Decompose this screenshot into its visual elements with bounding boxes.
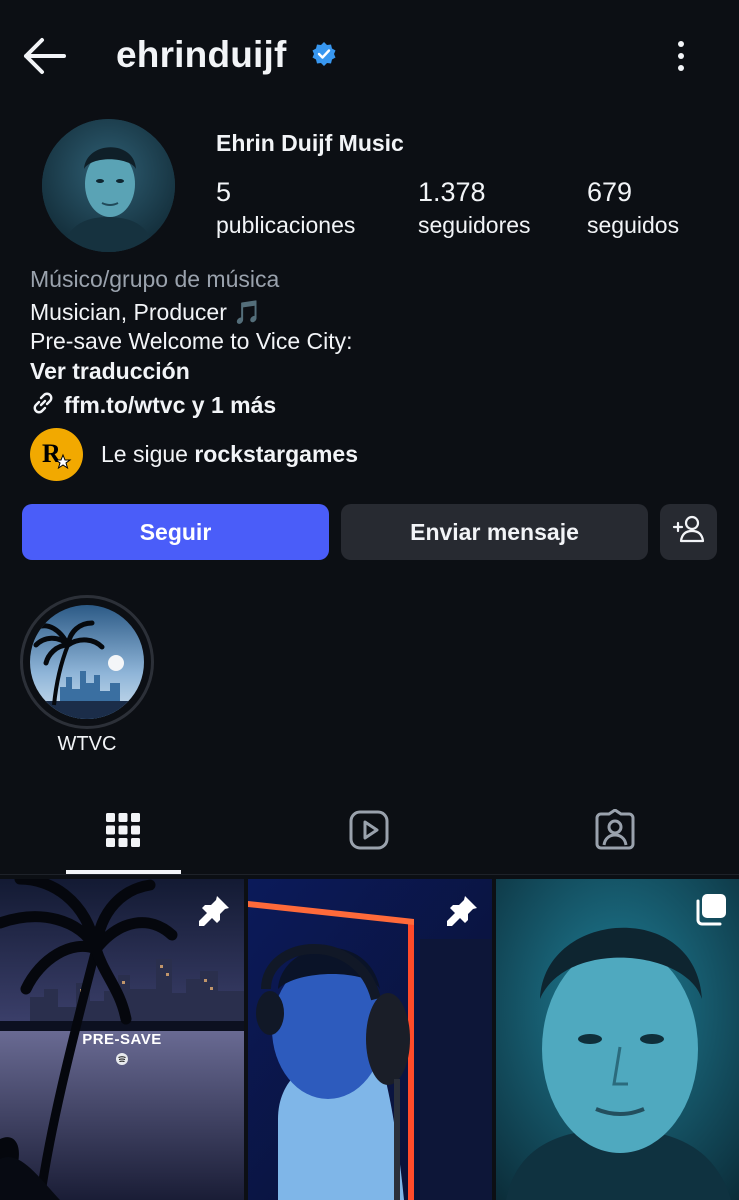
profile-avatar[interactable]: [42, 119, 175, 252]
followed-by-username: rockstargames: [194, 440, 359, 467]
stat-following-count: 679: [587, 177, 633, 207]
bio-line: Pre-save Welcome to Vice City:: [30, 328, 353, 354]
highlight-label: WTVC: [57, 733, 117, 755]
highlight-cover: [30, 605, 144, 719]
grid-icon: [105, 812, 141, 853]
bio-line: Musician, Producer 🎵: [30, 299, 262, 325]
tab-reels[interactable]: [246, 790, 492, 874]
header-username: ehrinduijf: [116, 34, 287, 75]
reels-icon: [348, 809, 390, 856]
story-highlight[interactable]: [20, 595, 154, 729]
link-icon: [30, 390, 56, 421]
post-overlay-text: PRE-SAVE: [82, 1031, 162, 1048]
stat-followers[interactable]: 1.378 seguidores: [418, 176, 531, 242]
send-message-button[interactable]: Enviar mensaje: [341, 504, 648, 560]
stat-posts-count: 5: [216, 177, 232, 207]
tagged-person-icon: [594, 808, 636, 856]
post-thumbnail[interactable]: PRE-SAVE: [0, 879, 244, 1200]
see-translation-link[interactable]: Ver traducción: [30, 358, 190, 385]
stat-following[interactable]: 679 seguidos: [587, 176, 679, 242]
profile-link[interactable]: ffm.to/wtvc y 1 más: [30, 390, 276, 420]
carousel-icon: [693, 893, 727, 927]
tab-tagged[interactable]: [492, 790, 738, 874]
pin-icon: [198, 893, 232, 927]
add-person-icon: [672, 514, 706, 550]
stat-followers-count: 1.378: [418, 177, 486, 207]
profile-category: Músico/grupo de música: [30, 266, 280, 292]
svg-text:R: R: [42, 439, 61, 468]
stat-following-label: seguidos: [587, 212, 680, 238]
stat-followers-label: seguidores: [418, 212, 531, 238]
followed-by-prefix: Le sigue: [101, 440, 195, 467]
more-options-icon[interactable]: [664, 36, 698, 76]
stat-posts-label: publicaciones: [216, 212, 356, 238]
profile-link-text: ffm.to/wtvc y 1 más: [64, 391, 277, 418]
follow-button[interactable]: Seguir: [22, 504, 329, 560]
pin-icon: [446, 893, 480, 927]
verified-badge-icon: [311, 41, 337, 67]
followed-by-row[interactable]: R Le sigue rockstargames: [30, 427, 358, 481]
tab-posts-grid[interactable]: [0, 790, 246, 874]
display-name: Ehrin Duijf Music: [216, 130, 404, 156]
suggest-people-button[interactable]: [660, 504, 717, 560]
tab-divider: [0, 874, 739, 875]
stat-posts[interactable]: 5 publicaciones: [216, 176, 355, 242]
back-arrow-icon[interactable]: [20, 30, 68, 82]
post-thumbnail[interactable]: [248, 879, 492, 1200]
post-thumbnail[interactable]: [496, 879, 739, 1200]
rockstar-avatar: R: [30, 427, 83, 481]
